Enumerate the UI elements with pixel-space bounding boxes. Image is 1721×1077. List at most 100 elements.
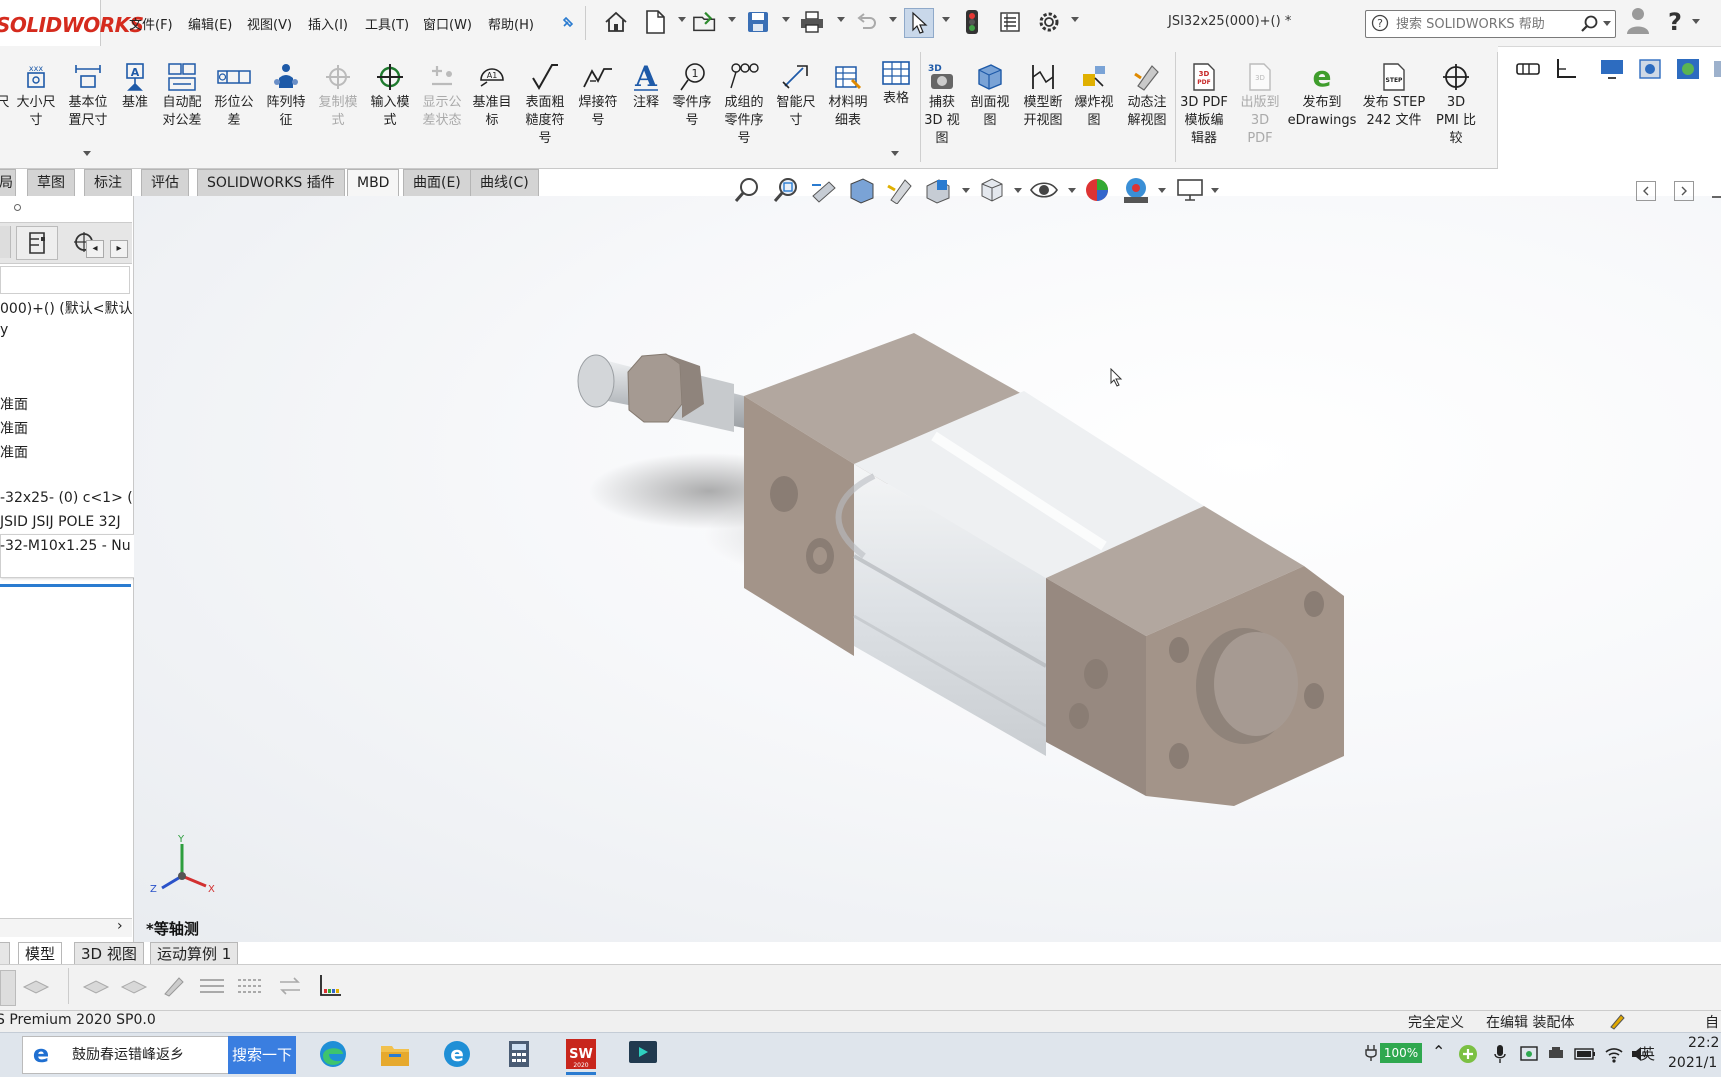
- view-settings-icon[interactable]: [1174, 174, 1206, 206]
- traffic-light-icon[interactable]: [958, 8, 986, 36]
- tool-3d-pdf-template-editor[interactable]: 3D PDF 3D PDF 模板编 辑器: [1176, 60, 1232, 148]
- tab-evaluate[interactable]: 评估: [141, 169, 189, 197]
- chevron-down-icon[interactable]: [891, 151, 899, 156]
- tree-component-cylinder[interactable]: -32x25- (0) c<1> (: [0, 490, 133, 506]
- line-style-icon[interactable]: [236, 972, 264, 1000]
- pin-icon[interactable]: [554, 8, 582, 36]
- chevron-right-icon[interactable]: ▸: [110, 240, 128, 258]
- taskbar-search-text[interactable]: 鼓励春运错峰返乡: [72, 1044, 184, 1064]
- tool-balloon[interactable]: 1 零件序 号: [668, 60, 716, 130]
- chevron-down-icon[interactable]: [1071, 17, 1079, 22]
- scene-globe-icon[interactable]: [1674, 55, 1702, 83]
- tool-stacked-balloon[interactable]: 成组的 零件序 号: [718, 60, 770, 148]
- tree-history[interactable]: y: [0, 322, 8, 338]
- chevron-down-icon[interactable]: [83, 151, 91, 156]
- calculator-icon[interactable]: [502, 1037, 536, 1071]
- tool-model-break-view[interactable]: 模型断 开视图: [1018, 60, 1068, 130]
- tool-note[interactable]: A 注释: [626, 60, 666, 112]
- panel-tab-partial[interactable]: [0, 226, 11, 258]
- menu-help[interactable]: 帮助(H): [488, 14, 534, 33]
- home-icon[interactable]: [602, 8, 630, 36]
- graphics-viewport[interactable]: Y X Z *等轴测: [134, 196, 1721, 942]
- rollback-bar[interactable]: [0, 584, 131, 587]
- chevron-down-icon[interactable]: [1211, 188, 1219, 193]
- tree-plane-top[interactable]: 准面: [0, 418, 28, 438]
- tool-geometric-tolerance[interactable]: 形位公 差: [210, 60, 258, 130]
- tab-3d-views[interactable]: 3D 视图: [74, 942, 144, 966]
- user-account-icon[interactable]: [1624, 6, 1652, 34]
- hide-show-items-icon[interactable]: [1028, 174, 1060, 206]
- tool-dynamic-annotation-view[interactable]: 动态注 解视图: [1122, 60, 1172, 130]
- chevron-left-icon[interactable]: ◂: [86, 240, 104, 258]
- chevron-down-icon[interactable]: [782, 17, 790, 22]
- layer-icon[interactable]: [82, 972, 110, 1000]
- assembly-view-icon[interactable]: [1636, 55, 1664, 83]
- tool-publish-3d-pdf[interactable]: 3D 出版到 3D PDF: [1236, 60, 1284, 148]
- tool-datum-target[interactable]: A1 基准目 标: [468, 60, 516, 130]
- layer-icon[interactable]: [120, 972, 148, 1000]
- scroll-right-arrow-icon[interactable]: ›: [117, 918, 123, 934]
- section-view-icon[interactable]: [846, 174, 878, 206]
- tool-show-tolerance-status[interactable]: 显示公 差状态: [418, 60, 466, 130]
- undo-icon[interactable]: [852, 8, 880, 36]
- tab-solidworks-addins[interactable]: SOLIDWORKS 插件: [197, 169, 345, 197]
- tool-auto-paired-tolerance[interactable]: 自动配 对公差: [158, 60, 206, 130]
- chevron-down-icon[interactable]: [1158, 188, 1166, 193]
- tab-motion-study[interactable]: 运动算例 1: [150, 942, 239, 966]
- chevron-down-icon[interactable]: [728, 17, 736, 22]
- tree-component-nut[interactable]: -32-M10x1.25 - Nu: [0, 538, 131, 554]
- menu-view[interactable]: 视图(V): [247, 14, 292, 33]
- taskbar-time[interactable]: 22:2: [1688, 1035, 1719, 1051]
- tab-surfaces[interactable]: 曲面(E): [403, 169, 471, 197]
- file-explorer-icon[interactable]: [378, 1037, 412, 1071]
- tool-size-dimension[interactable]: xxx 大小尺 寸: [12, 60, 60, 130]
- toolbar-overflow-icon[interactable]: [1704, 55, 1721, 83]
- tool-capture-3d-view[interactable]: 3D 捕获 3D 视 图: [922, 60, 962, 148]
- tool-copy-scheme[interactable]: 复制模 式: [314, 60, 362, 130]
- select-arrow-icon[interactable]: [904, 8, 934, 38]
- screen-recorder-icon[interactable]: [626, 1037, 660, 1071]
- tool-publish-step-242[interactable]: STEP 发布 STEP 242 文件: [1360, 60, 1428, 130]
- color-axis-icon[interactable]: [316, 972, 344, 1000]
- tool-publish-edrawings[interactable]: e 发布到 eDrawings: [1286, 60, 1358, 130]
- dynamic-annotation-views-icon[interactable]: [884, 174, 916, 206]
- chevron-down-icon[interactable]: [1068, 188, 1076, 193]
- tray-network-device-icon[interactable]: [1519, 1044, 1539, 1064]
- customize-status-icon[interactable]: [1608, 1012, 1626, 1030]
- menu-file[interactable]: 文件(F): [129, 14, 173, 33]
- tool-pattern-feature[interactable]: 阵列特 征: [262, 60, 310, 130]
- microphone-icon[interactable]: [1493, 1044, 1507, 1064]
- edge-browser-icon[interactable]: [316, 1037, 350, 1071]
- wifi-icon[interactable]: [1584, 1046, 1604, 1066]
- apply-scene-icon[interactable]: [1120, 174, 1152, 206]
- tray-app-icon[interactable]: [1458, 1044, 1478, 1064]
- print-icon[interactable]: [798, 8, 826, 36]
- menu-tools[interactable]: 工具(T): [365, 14, 409, 33]
- gear-icon[interactable]: [1035, 8, 1063, 36]
- tree-plane-right[interactable]: 准面: [0, 442, 28, 462]
- angle-dimension-icon[interactable]: [1552, 55, 1580, 83]
- collapse-left-pane-icon[interactable]: [1636, 181, 1656, 201]
- panel-handle-icon[interactable]: [14, 204, 21, 211]
- tray-usb-icon[interactable]: [1546, 1044, 1566, 1064]
- strip-dropdown[interactable]: [0, 970, 16, 1006]
- file-properties-icon[interactable]: [996, 8, 1024, 36]
- tool-bill-of-materials[interactable]: 材料明 细表: [822, 60, 874, 130]
- previous-view-icon[interactable]: [808, 174, 840, 206]
- ie-browser-icon[interactable]: e: [440, 1037, 474, 1071]
- solidworks-logo[interactable]: SOLIDWORKS: [0, 0, 144, 46]
- tab-curves[interactable]: 曲线(C): [470, 169, 539, 197]
- pencil-icon[interactable]: [160, 972, 188, 1000]
- zoom-to-fit-icon[interactable]: [731, 174, 763, 206]
- tool-datum[interactable]: A 基准: [115, 60, 155, 112]
- tool-import-scheme[interactable]: 输入模 式: [366, 60, 414, 130]
- open-folder-icon[interactable]: [692, 8, 720, 36]
- tree-component-pole[interactable]: JSID JSIJ POLE 32J: [0, 514, 121, 530]
- display-style-icon[interactable]: [976, 174, 1008, 206]
- tab-scroll-left[interactable]: [0, 942, 10, 966]
- ime-indicator[interactable]: 英: [1640, 1043, 1655, 1064]
- tool-weld-symbol[interactable]: 焊接符 号: [574, 60, 622, 130]
- minimize-icon[interactable]: [1712, 196, 1721, 198]
- line-weight-icon[interactable]: [198, 972, 226, 1000]
- chevron-down-icon[interactable]: [1014, 188, 1022, 193]
